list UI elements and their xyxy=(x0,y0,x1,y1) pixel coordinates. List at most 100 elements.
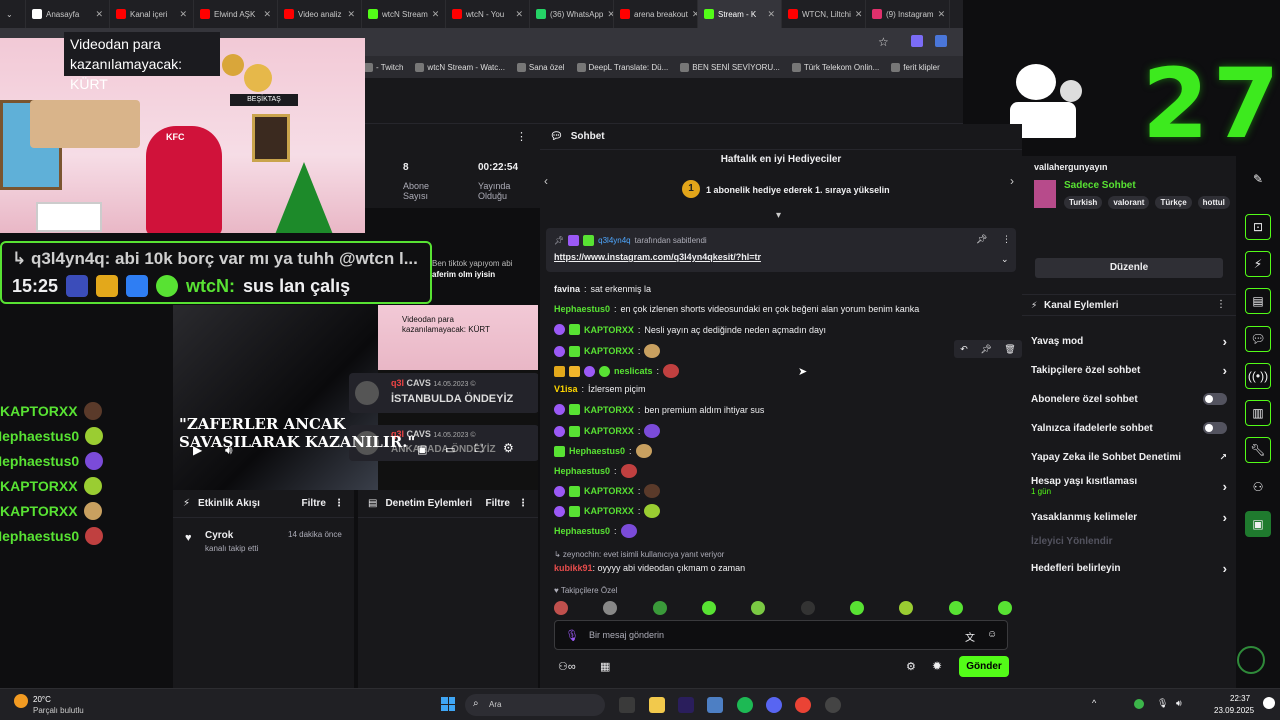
channel-tag[interactable]: Türkçe xyxy=(1155,196,1192,209)
wrench-icon[interactable]: 🔧︎ xyxy=(1245,437,1271,463)
document-icon[interactable]: ▤ xyxy=(1245,288,1271,314)
clock-date[interactable]: 23.09.2025 xyxy=(1214,706,1254,715)
browser-tab[interactable]: Kanal içeri ✕ xyxy=(110,0,194,28)
channel-option[interactable]: Abonelere özel sohbet xyxy=(1031,393,1227,405)
chat-username[interactable]: kubikk91 xyxy=(554,563,593,573)
browser-tab[interactable]: Elwind AŞK ✕ xyxy=(194,0,278,28)
toggle-switch[interactable] xyxy=(1203,393,1227,405)
more-icon[interactable]: ⋮ xyxy=(516,130,527,143)
chat-username[interactable]: Hephaestus0 xyxy=(554,526,610,536)
unpin-icon[interactable]: 📌︎ xyxy=(976,234,987,245)
chevron-left-icon[interactable]: ‹ xyxy=(544,174,548,188)
tray-chevron-icon[interactable]: ^ xyxy=(1092,698,1096,708)
temperature[interactable]: 20°C xyxy=(33,695,51,704)
channel-option[interactable]: Yasaklanmış kelimeler › xyxy=(1031,510,1227,525)
translate-icon[interactable] xyxy=(935,35,947,47)
kick-logo-icon[interactable] xyxy=(1237,646,1265,674)
edit-button[interactable]: Düzenle xyxy=(1035,258,1223,278)
browser-tab[interactable]: wtcN Stream ✕ xyxy=(362,0,446,28)
close-icon[interactable]: ✕ xyxy=(855,9,863,20)
translate-icon[interactable]: 文 xyxy=(965,629,975,644)
discord-icon[interactable] xyxy=(766,697,782,713)
more-icon[interactable]: ⋮ xyxy=(518,498,528,509)
chat-username[interactable]: Hephaestus0 xyxy=(554,466,610,476)
trash-icon[interactable]: 🗑︎ xyxy=(1004,344,1015,355)
gear-icon[interactable]: ⚙ xyxy=(906,660,916,673)
emote-button[interactable] xyxy=(948,601,963,615)
close-icon[interactable]: ✕ xyxy=(179,9,187,20)
clock-time[interactable]: 22:37 xyxy=(1230,694,1250,703)
channel-tag[interactable]: Turkish xyxy=(1064,196,1103,209)
toggle-switch[interactable] xyxy=(1203,422,1227,434)
chat-username[interactable]: favina xyxy=(554,284,580,294)
close-icon[interactable]: ✕ xyxy=(767,9,775,20)
chat-username[interactable]: KAPTORXX xyxy=(584,346,634,356)
community-icon[interactable]: ⚇∞ xyxy=(558,660,576,673)
close-icon[interactable]: ✕ xyxy=(347,9,355,20)
close-icon[interactable]: ✕ xyxy=(607,9,613,20)
chat-input[interactable]: 🎙︎ Bir mesaj gönderin 文 ☺ xyxy=(554,620,1008,650)
gear-icon[interactable]: ⚙ xyxy=(503,441,514,455)
more-icon[interactable]: ⋮ xyxy=(334,498,344,509)
channel-option[interactable]: Yapay Zeka ile Sohbet Denetimi ↗ xyxy=(1031,452,1227,463)
browser-tab[interactable]: WTCN, Liltchi ✕ xyxy=(782,0,866,28)
edit-icon[interactable]: ✎ xyxy=(1245,166,1271,192)
lightning-icon[interactable]: ⚡ xyxy=(1245,251,1271,277)
fullscreen-icon[interactable]: ⛶ xyxy=(475,443,483,456)
microphone-icon[interactable]: 🎙︎ xyxy=(1157,698,1168,709)
tab-list-button[interactable]: ⌄ xyxy=(0,0,26,28)
chat-bubble-icon[interactable]: 💬︎ xyxy=(1245,326,1271,352)
category-thumbnail[interactable] xyxy=(1034,180,1056,208)
task-view-icon[interactable] xyxy=(619,697,635,713)
premiere-icon[interactable] xyxy=(678,697,694,713)
play-icon[interactable]: ▶ xyxy=(193,443,202,457)
chevron-right-icon[interactable]: › xyxy=(1010,174,1014,188)
scan-icon[interactable]: ⊡ xyxy=(1245,214,1271,240)
filter-button[interactable]: Filtre xyxy=(486,498,510,509)
emoji-icon[interactable]: ☺ xyxy=(987,629,997,640)
browser-tab[interactable]: Anasayfa ✕ xyxy=(26,0,110,28)
store-icon[interactable]: ▦ xyxy=(600,660,610,673)
reply-icon[interactable]: ↶ xyxy=(960,344,968,355)
channel-tag[interactable]: valorant xyxy=(1108,196,1150,209)
pinned-by-user[interactable]: q3l4yn4q xyxy=(598,236,630,245)
emote-button[interactable] xyxy=(997,601,1012,615)
bookmark-item[interactable]: ferit klipler xyxy=(891,62,940,72)
server-icon[interactable]: ▥ xyxy=(1245,400,1271,426)
chat-username[interactable]: KAPTORXX xyxy=(584,486,634,496)
channel-option[interactable]: Hedefleri belirleyin › xyxy=(1031,561,1227,576)
emote-button[interactable] xyxy=(849,601,864,615)
channel-option[interactable]: Takipçilere özel sohbet › xyxy=(1031,363,1227,378)
bookmark-item[interactable]: DeepL Translate: Dü... xyxy=(576,62,668,72)
spotify-icon[interactable] xyxy=(737,697,753,713)
chat-username[interactable]: KAPTORXX xyxy=(584,426,634,436)
bookmark-item[interactable]: Türk Telekom Onlin... xyxy=(791,62,879,72)
pin-icon[interactable]: 📌︎ xyxy=(980,344,991,355)
close-icon[interactable]: ✕ xyxy=(95,9,103,20)
emote-button[interactable] xyxy=(701,601,716,615)
pip-icon[interactable]: ▣ xyxy=(417,443,427,456)
bookmark-item[interactable]: wtcN Stream - Watc... xyxy=(415,62,505,72)
filter-button[interactable]: Filtre xyxy=(302,498,326,509)
community-icon[interactable]: ⚇ xyxy=(1245,474,1271,500)
tray-app-icon[interactable] xyxy=(1134,699,1144,709)
more-icon[interactable]: ⋮ xyxy=(1002,234,1011,245)
browser-tab[interactable]: (9) Instagram ✕ xyxy=(866,0,950,28)
send-button[interactable]: Gönder xyxy=(959,656,1009,677)
notification-icon[interactable] xyxy=(1263,697,1275,709)
broadcast-icon[interactable]: ((•)) xyxy=(1245,363,1271,389)
chevron-down-icon[interactable]: ⌄ xyxy=(1001,254,1009,265)
channel-option[interactable]: Yavaş mod › xyxy=(1031,334,1227,349)
stream-preview[interactable]: Videodan para kazanılamayacak: KÜRT q3l … xyxy=(173,305,538,490)
browser-tab[interactable]: (36) WhatsApp✕ xyxy=(530,0,614,28)
chat-username[interactable]: KAPTORXX xyxy=(584,506,634,516)
chat-username[interactable]: neslicats xyxy=(614,366,653,376)
chat-username[interactable]: KAPTORXX xyxy=(584,325,634,335)
obs-icon[interactable] xyxy=(825,697,841,713)
bookmark-item[interactable]: Sana özel xyxy=(516,62,565,72)
emote-button[interactable] xyxy=(800,601,815,615)
emote-button[interactable] xyxy=(652,601,667,615)
close-icon[interactable]: ✕ xyxy=(432,9,440,20)
volume-icon[interactable]: 🔊︎ xyxy=(1176,698,1182,709)
chat-username[interactable]: KAPTORXX xyxy=(584,405,634,415)
